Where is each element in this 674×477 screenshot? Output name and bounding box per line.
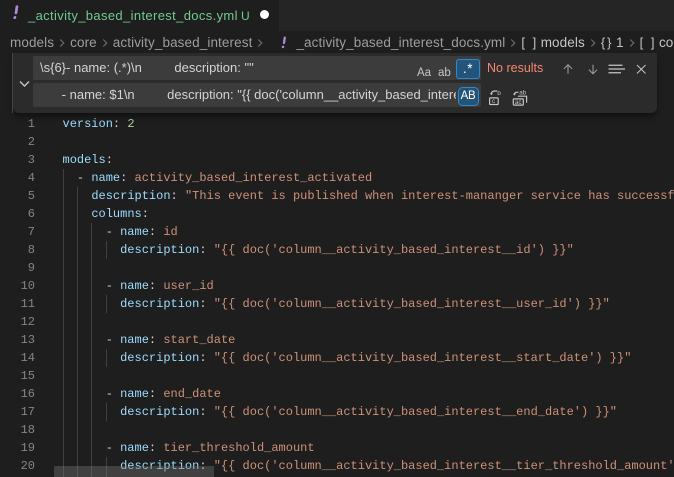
svg-text:ab: ab (519, 89, 526, 96)
svg-text:b: b (497, 89, 501, 96)
svg-text:ac: ac (515, 99, 522, 106)
